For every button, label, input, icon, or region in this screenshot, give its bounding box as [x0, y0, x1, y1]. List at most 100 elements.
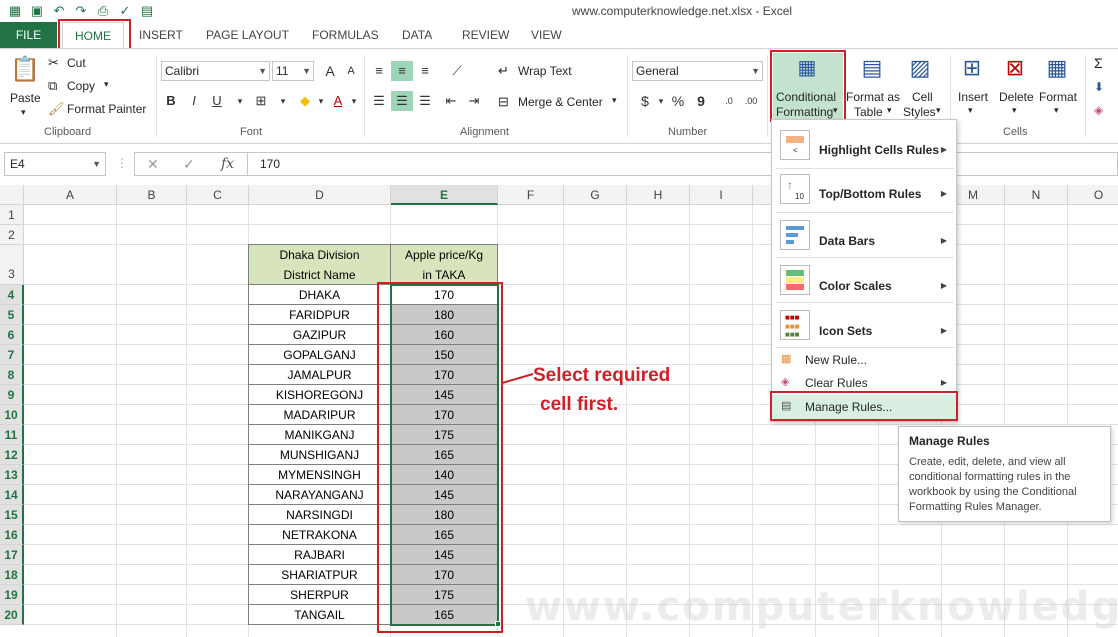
orientation-icon[interactable]: ⟋ — [446, 61, 468, 81]
merge-center-button[interactable]: Merge & Center — [518, 95, 603, 109]
column-header-i[interactable]: I — [690, 185, 753, 205]
menu-item-clear-rules[interactable]: ◈ Clear Rules ▶ — [772, 372, 956, 394]
header-price-cell[interactable]: Apple price/Kg in TAKA — [390, 244, 498, 285]
row-header-10[interactable]: 10 — [0, 405, 24, 425]
spelling-icon[interactable]: ✓ — [116, 2, 134, 20]
paste-dropdown-icon[interactable]: ▾ — [21, 107, 26, 118]
menu-item-icon-sets[interactable]: ■■■ ■■■ ■■■ Icon Sets ▶ — [772, 304, 956, 346]
align-middle-icon[interactable]: ≡ — [391, 61, 413, 81]
increase-decimal-icon[interactable]: .0 — [718, 91, 740, 111]
district-cell[interactable]: GAZIPUR — [248, 324, 391, 345]
column-header-h[interactable]: H — [627, 185, 690, 205]
header-district-cell[interactable]: Dhaka Division District Name — [248, 244, 391, 285]
align-left-icon[interactable]: ☰ — [368, 91, 390, 111]
tab-home[interactable]: HOME — [62, 22, 124, 48]
percent-button[interactable]: % — [667, 91, 689, 111]
print-preview-icon[interactable]: ⎙ — [94, 2, 112, 20]
autosum-icon[interactable]: Σ — [1094, 55, 1103, 71]
comma-button[interactable]: 9 — [690, 91, 712, 111]
fill-icon[interactable]: ⬇ — [1094, 80, 1104, 94]
conditional-formatting-button[interactable]: ▦ Conditional Formatting ▾ — [773, 53, 843, 121]
formula-input[interactable]: 170 — [248, 152, 1118, 176]
row-header-17[interactable]: 17 — [0, 545, 24, 565]
borders-dropdown-icon[interactable]: ▾ — [272, 91, 294, 111]
format-cells-button[interactable]: Format — [1039, 90, 1077, 104]
row-header-3[interactable]: 3 — [0, 245, 24, 285]
italic-button[interactable]: I — [183, 91, 205, 111]
insert-cells-button[interactable]: Insert — [958, 90, 988, 104]
district-cell[interactable]: TANGAIL — [248, 604, 391, 625]
tab-insert[interactable]: INSERT — [139, 22, 183, 48]
font-size-select[interactable]: 11 ▼ — [272, 61, 314, 81]
delete-cells-icon[interactable]: ⊠ — [1001, 55, 1029, 81]
cell-styles-label-1[interactable]: Cell — [912, 90, 933, 104]
format-painter-button[interactable]: Format Painter — [67, 102, 146, 116]
menu-item-top-bottom-rules[interactable]: ↑ 10 Top/Bottom Rules ▶ — [772, 170, 956, 210]
paste-button[interactable]: Paste — [10, 91, 41, 105]
row-header-12[interactable]: 12 — [0, 445, 24, 465]
district-cell[interactable]: RAJBARI — [248, 544, 391, 565]
copy-dropdown-icon[interactable]: ▾ — [104, 79, 109, 90]
column-header-c[interactable]: C — [187, 185, 249, 205]
underline-dropdown-icon[interactable]: ▾ — [229, 91, 251, 111]
column-header-d[interactable]: D — [249, 185, 391, 205]
row-header-8[interactable]: 8 — [0, 365, 24, 385]
copy-icon[interactable]: ⧉ — [48, 78, 57, 94]
underline-button[interactable]: U — [206, 91, 228, 111]
row-header-4[interactable]: 4 — [0, 285, 24, 305]
district-cell[interactable]: DHAKA — [248, 284, 391, 305]
district-cell[interactable]: FARIDPUR — [248, 304, 391, 325]
row-header-13[interactable]: 13 — [0, 465, 24, 485]
district-cell[interactable]: KISHOREGONJ — [248, 384, 391, 405]
undo-icon[interactable]: ↶ — [50, 2, 68, 20]
row-header-16[interactable]: 16 — [0, 525, 24, 545]
paste-icon[interactable]: 📋 — [10, 55, 40, 85]
grow-font-icon[interactable]: A — [319, 61, 341, 81]
chevron-down-icon[interactable]: ▾ — [1054, 105, 1059, 116]
chevron-down-icon[interactable]: ▾ — [936, 105, 941, 116]
row-header-2[interactable]: 2 — [0, 225, 24, 245]
tab-review[interactable]: REVIEW — [462, 22, 509, 48]
district-cell[interactable]: NARSINGDI — [248, 504, 391, 525]
cell-styles-icon[interactable]: ▨ — [906, 55, 934, 81]
align-right-icon[interactable]: ☰ — [414, 91, 436, 111]
save-icon[interactable]: ▣ — [28, 2, 46, 20]
align-top-icon[interactable]: ≡ — [368, 61, 390, 81]
district-cell[interactable]: MADARIPUR — [248, 404, 391, 425]
row-header-14[interactable]: 14 — [0, 485, 24, 505]
district-cell[interactable]: JAMALPUR — [248, 364, 391, 385]
insert-cells-icon[interactable]: ⊞ — [958, 55, 986, 81]
format-cells-icon[interactable]: ▦ — [1043, 55, 1071, 81]
district-cell[interactable]: SHARIATPUR — [248, 564, 391, 585]
column-header-n[interactable]: N — [1005, 185, 1068, 205]
copy-button[interactable]: Copy — [67, 79, 95, 93]
menu-item-data-bars[interactable]: Data Bars ▶ — [772, 214, 956, 256]
row-header-11[interactable]: 11 — [0, 425, 24, 445]
fill-handle[interactable] — [495, 621, 501, 627]
wrap-text-icon[interactable]: ↵ — [498, 63, 509, 79]
insert-function-button[interactable]: fx — [221, 156, 234, 172]
column-header-b[interactable]: B — [117, 185, 187, 205]
font-family-select[interactable]: Calibri ▼ — [161, 61, 270, 81]
cancel-icon[interactable]: ✕ — [147, 156, 159, 173]
district-cell[interactable]: MYMENSINGH — [248, 464, 391, 485]
font-color-dropdown-icon[interactable]: ▾ — [343, 91, 365, 111]
row-header-15[interactable]: 15 — [0, 505, 24, 525]
chevron-down-icon[interactable]: ▾ — [968, 105, 973, 116]
district-cell[interactable]: MANIKGANJ — [248, 424, 391, 445]
shrink-font-icon[interactable]: A — [340, 61, 362, 81]
format-painter-icon[interactable]: 🖌 — [48, 101, 65, 117]
decrease-decimal-icon[interactable]: .00 — [740, 91, 762, 111]
district-cell[interactable]: NARAYANGANJ — [248, 484, 391, 505]
district-cell[interactable]: GOPALGANJ — [248, 344, 391, 365]
column-header-a[interactable]: A — [24, 185, 117, 205]
align-center-icon[interactable]: ☰ — [391, 91, 413, 111]
tab-view[interactable]: VIEW — [531, 22, 562, 48]
district-cell[interactable]: SHERPUR — [248, 584, 391, 605]
number-format-select[interactable]: General ▼ — [632, 61, 763, 81]
menu-item-highlight-cells-rules[interactable]: < Highlight Cells Rules ▶ — [772, 126, 956, 166]
enter-icon[interactable]: ✓ — [183, 156, 195, 173]
row-header-9[interactable]: 9 — [0, 385, 24, 405]
align-bottom-icon[interactable]: ≡ — [414, 61, 436, 81]
tab-page-layout[interactable]: PAGE LAYOUT — [206, 22, 289, 48]
